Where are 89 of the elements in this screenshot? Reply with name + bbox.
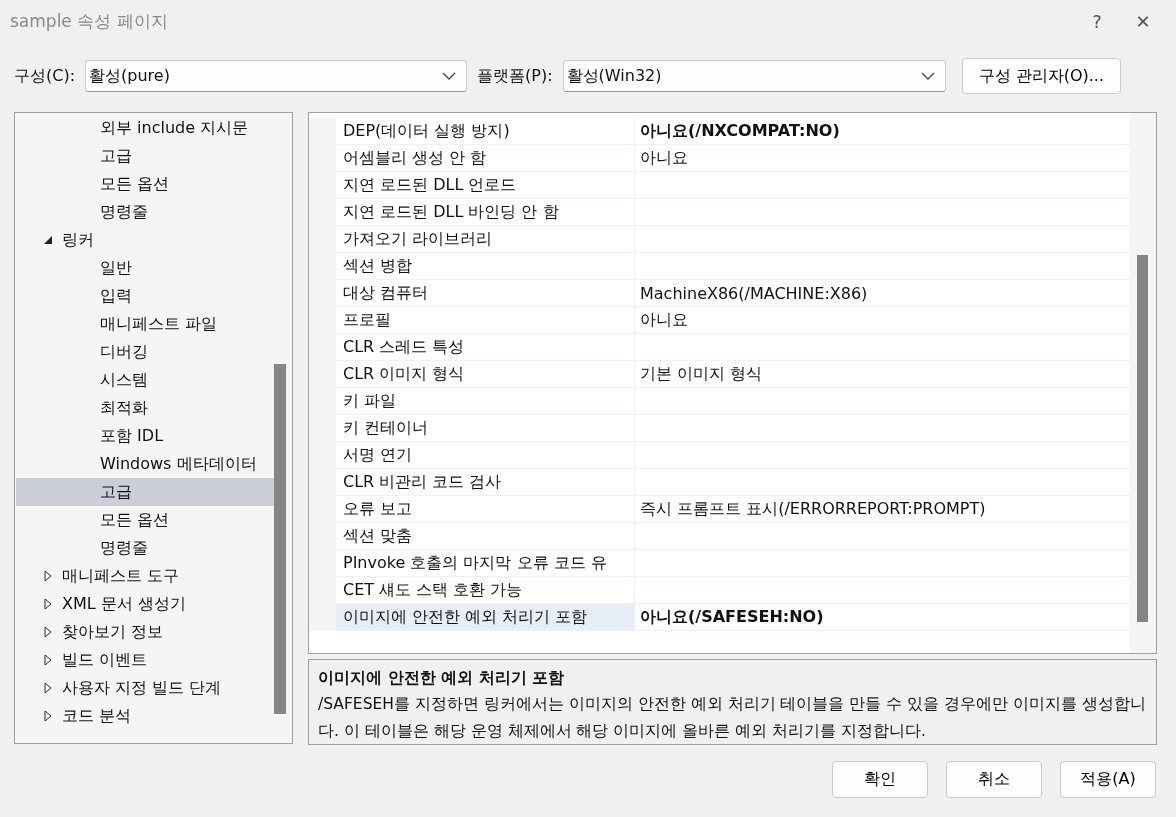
close-button[interactable]: ✕ bbox=[1120, 0, 1166, 42]
tree-item[interactable]: 찾아보기 정보 bbox=[16, 618, 274, 646]
platform-dropdown[interactable]: 활성(Win32) bbox=[562, 60, 946, 92]
property-row[interactable]: 프로필 아니요 bbox=[309, 307, 1130, 334]
tree-item[interactable]: 시스템 bbox=[16, 366, 274, 394]
property-row[interactable]: 가져오기 라이브러리 bbox=[309, 226, 1130, 253]
property-row[interactable]: PInvoke 호출의 마지막 오류 코드 유 bbox=[309, 550, 1130, 577]
property-value: 아니요 bbox=[635, 145, 1130, 172]
property-row[interactable]: 서명 연기 bbox=[309, 442, 1130, 469]
property-row[interactable]: 키 파일 bbox=[309, 388, 1130, 415]
collapsed-triangle-icon[interactable] bbox=[42, 710, 54, 722]
tree-item[interactable]: 고급 bbox=[16, 142, 274, 170]
configuration-label: 구성(C): bbox=[14, 65, 76, 87]
collapsed-triangle-icon[interactable] bbox=[42, 570, 54, 582]
tree-item[interactable]: 빌드 이벤트 bbox=[16, 646, 274, 674]
property-name: 키 컨테이너 bbox=[336, 415, 635, 442]
property-value: 아니요(/SAFESEH:NO) bbox=[635, 604, 1130, 631]
property-row[interactable]: 키 컨테이너 bbox=[309, 415, 1130, 442]
chevron-down-icon[interactable] bbox=[920, 72, 935, 80]
scrollbar-thumb[interactable] bbox=[274, 364, 286, 714]
property-value: 아니요(/NXCOMPAT:NO) bbox=[635, 118, 1130, 145]
property-name: 어셈블리 생성 안 함 bbox=[336, 145, 635, 172]
description-text: /SAFESEH를 지정하면 링커에서는 이미지의 안전한 예외 처리기 테이블을 만들 수 있을 경우에만 이미지를 생성합니다. 이 테이블은 해당 운영 체제에서 해당 이미지에 올바른 예외 처리기를 지정합니다. bbox=[318, 694, 1147, 742]
property-row[interactable]: DEP(데이터 실행 방지) 아니요(/NXCOMPAT:NO) bbox=[309, 118, 1130, 145]
collapsed-triangle-icon[interactable] bbox=[42, 654, 54, 666]
tree-item[interactable]: 입력 bbox=[16, 282, 274, 310]
property-row[interactable]: 어셈블리 생성 안 함 아니요 bbox=[309, 145, 1130, 172]
collapsed-triangle-icon[interactable] bbox=[42, 598, 54, 610]
property-name: 대상 컴퓨터 bbox=[336, 280, 635, 307]
tree-item[interactable]: 모든 옵션 bbox=[16, 506, 274, 534]
property-row[interactable]: 이미지에 안전한 예외 처리기 포함 아니요(/SAFESEH:NO) bbox=[309, 604, 1130, 631]
property-row[interactable]: CLR 이미지 형식 기본 이미지 형식 bbox=[309, 361, 1130, 388]
collapsed-triangle-icon[interactable] bbox=[42, 626, 54, 638]
property-name: 섹션 맞춤 bbox=[336, 523, 635, 550]
window-title: sample 속성 페이지 bbox=[10, 9, 169, 33]
property-name: CLR 이미지 형식 bbox=[336, 361, 635, 388]
chevron-down-icon[interactable] bbox=[442, 72, 457, 80]
apply-button[interactable]: 적용(A) bbox=[1060, 761, 1156, 798]
tree-item[interactable]: 사용자 지정 빌드 단계 bbox=[16, 674, 274, 702]
tree-item[interactable]: 일반 bbox=[16, 254, 274, 282]
property-row[interactable]: 지연 로드된 DLL 언로드 bbox=[309, 172, 1130, 199]
property-name: 키 파일 bbox=[336, 388, 635, 415]
property-row[interactable]: 섹션 맞춤 bbox=[309, 523, 1130, 550]
tree-item[interactable]: 매니페스트 도구 bbox=[16, 562, 274, 590]
property-value: 아니요 bbox=[635, 307, 1130, 334]
tree-item[interactable]: XML 문서 생성기 bbox=[16, 590, 274, 618]
scrollbar-thumb[interactable] bbox=[1137, 255, 1148, 622]
tree-item[interactable]: 디버깅 bbox=[16, 338, 274, 366]
description-title: 이미지에 안전한 예외 처리기 포함 bbox=[318, 667, 566, 689]
property-name: 이미지에 안전한 예외 처리기 포함 bbox=[336, 604, 635, 631]
tree-item[interactable]: 코드 분석 bbox=[16, 702, 274, 730]
property-value: 기본 이미지 형식 bbox=[635, 361, 1130, 388]
tree-item[interactable]: 최적화 bbox=[16, 394, 274, 422]
tree-item[interactable]: 고급 bbox=[16, 478, 274, 506]
property-name: 오류 보고 bbox=[336, 496, 635, 523]
property-name: PInvoke 호출의 마지막 오류 코드 유 bbox=[336, 550, 635, 577]
tree-item[interactable]: 외부 include 지시문 bbox=[16, 114, 274, 142]
tree-item[interactable]: 매니페스트 파일 bbox=[16, 310, 274, 338]
configuration-dropdown[interactable]: 활성(pure) bbox=[85, 60, 468, 92]
property-row[interactable]: CLR 비관리 코드 검사 bbox=[309, 469, 1130, 496]
configuration-manager-button[interactable]: 구성 관리자(O)... bbox=[961, 58, 1121, 94]
property-name: 지연 로드된 DLL 바인딩 안 함 bbox=[336, 199, 635, 226]
tree-item[interactable]: 명령줄 bbox=[16, 198, 274, 226]
property-row[interactable]: 섹션 병합 bbox=[309, 253, 1130, 280]
platform-label: 플랫폼(P): bbox=[477, 65, 553, 87]
property-row[interactable]: 대상 컴퓨터 MachineX86(/MACHINE:X86) bbox=[309, 280, 1130, 307]
property-name: 가져오기 라이브러리 bbox=[336, 226, 635, 253]
property-row[interactable]: CLR 스레드 특성 bbox=[309, 334, 1130, 361]
property-name: CLR 스레드 특성 bbox=[336, 334, 635, 361]
ok-button[interactable]: 확인 bbox=[832, 761, 928, 798]
property-row[interactable]: 오류 보고 즉시 프롬프트 표시(/ERRORREPORT:PROMPT) bbox=[309, 496, 1130, 523]
expanded-triangle-icon[interactable] bbox=[42, 234, 54, 246]
property-name: 프로필 bbox=[336, 307, 635, 334]
tree-item[interactable]: 포함 IDL bbox=[16, 422, 274, 450]
property-value: MachineX86(/MACHINE:X86) bbox=[635, 280, 1130, 307]
property-row[interactable]: 지연 로드된 DLL 바인딩 안 함 bbox=[309, 199, 1130, 226]
cancel-button[interactable]: 취소 bbox=[946, 761, 1042, 798]
property-value: 즉시 프롬프트 표시(/ERRORREPORT:PROMPT) bbox=[635, 496, 1130, 523]
tree-item[interactable]: 모든 옵션 bbox=[16, 170, 274, 198]
collapsed-triangle-icon[interactable] bbox=[42, 682, 54, 694]
property-name: CLR 비관리 코드 검사 bbox=[336, 469, 635, 496]
property-name: 섹션 병합 bbox=[336, 253, 635, 280]
tree-item[interactable]: Windows 메타데이터 bbox=[16, 450, 274, 478]
tree-item[interactable]: 명령줄 bbox=[16, 534, 274, 562]
property-name: DEP(데이터 실행 방지) bbox=[336, 118, 635, 145]
property-name: 지연 로드된 DLL 언로드 bbox=[336, 172, 635, 199]
property-name: 서명 연기 bbox=[336, 442, 635, 469]
help-button[interactable]: ? bbox=[1074, 0, 1120, 42]
tree-item[interactable]: 링커 bbox=[16, 226, 274, 254]
